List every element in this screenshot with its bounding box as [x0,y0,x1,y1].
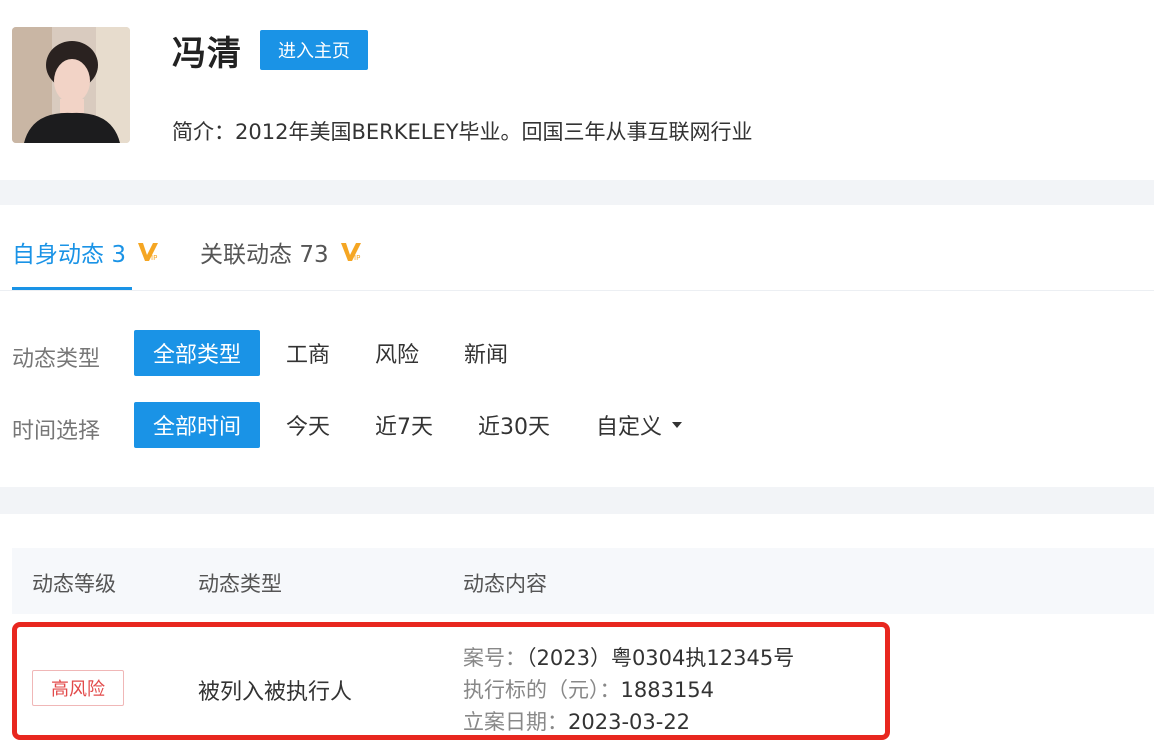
case-number-key: 案号： [463,646,526,670]
results-table: 动态等级 动态类型 动态内容 高风险 被列入被执行人 案号：（2023）粤030… [0,514,1154,746]
filter-time-30days[interactable]: 近30天 [478,402,550,448]
highlight-box [12,622,890,740]
tab-label: 关联动态 73 [200,242,329,268]
profile-intro: 简介：2012年美国BERKELEY毕业。回国三年从事互联网行业 [172,120,753,144]
filter-type-risk[interactable]: 风险 [375,330,419,376]
filing-date: 立案日期：2023-03-22 [463,706,690,736]
filter-type-news[interactable]: 新闻 [464,330,508,376]
header-level: 动态等级 [32,572,116,596]
date-value: 2023-03-22 [568,710,691,734]
update-type: 被列入被执行人 [198,680,353,705]
filter-time-all[interactable]: 全部时间 [134,402,260,448]
filter-time-label: 时间选择 [12,419,101,444]
tab-related-updates[interactable]: 关联动态 73 IP [200,235,363,269]
header-content: 动态内容 [463,572,547,596]
filter-time-today[interactable]: 今天 [286,402,330,448]
amount-value: 1883154 [620,678,715,702]
execution-amount: 执行标的（元）：1883154 [463,674,714,704]
tab-label: 自身动态 3 [12,242,126,268]
case-number: 案号：（2023）粤0304执12345号 [463,642,794,672]
vip-icon: IP [137,243,158,262]
avatar[interactable] [12,27,130,143]
filter-type-label: 动态类型 [12,347,101,372]
vip-icon: IP [340,243,361,262]
custom-label: 自定义 [596,415,663,440]
header-type: 动态类型 [198,572,282,596]
divider [0,290,1154,291]
svg-text:IP: IP [354,254,360,262]
enter-homepage-button[interactable]: 进入主页 [260,30,368,70]
caret-down-icon [672,422,683,428]
case-number-value: （2023）粤0304执12345号 [526,646,795,670]
profile-card: 冯清 进入主页 简介：2012年美国BERKELEY毕业。回国三年从事互联网行业 [0,0,1154,180]
amount-key: 执行标的（元）： [463,678,621,702]
svg-text:IP: IP [151,254,157,262]
risk-level-badge: 高风险 [32,670,124,706]
date-key: 立案日期： [463,710,568,734]
profile-name: 冯清 [172,34,242,74]
filter-time-7days[interactable]: 近7天 [375,402,433,448]
filter-time-custom-dropdown[interactable]: 自定义 [596,402,683,448]
table-header: 动态等级 动态类型 动态内容 [12,548,1154,614]
tab-self-updates[interactable]: 自身动态 3 IP [12,235,160,269]
filter-panel: 自身动态 3 IP 关联动态 73 IP 动态类型 全部类型 工商 风险 新闻 … [0,205,1154,487]
filter-type-business[interactable]: 工商 [286,330,330,376]
filter-type-all[interactable]: 全部类型 [134,330,260,376]
